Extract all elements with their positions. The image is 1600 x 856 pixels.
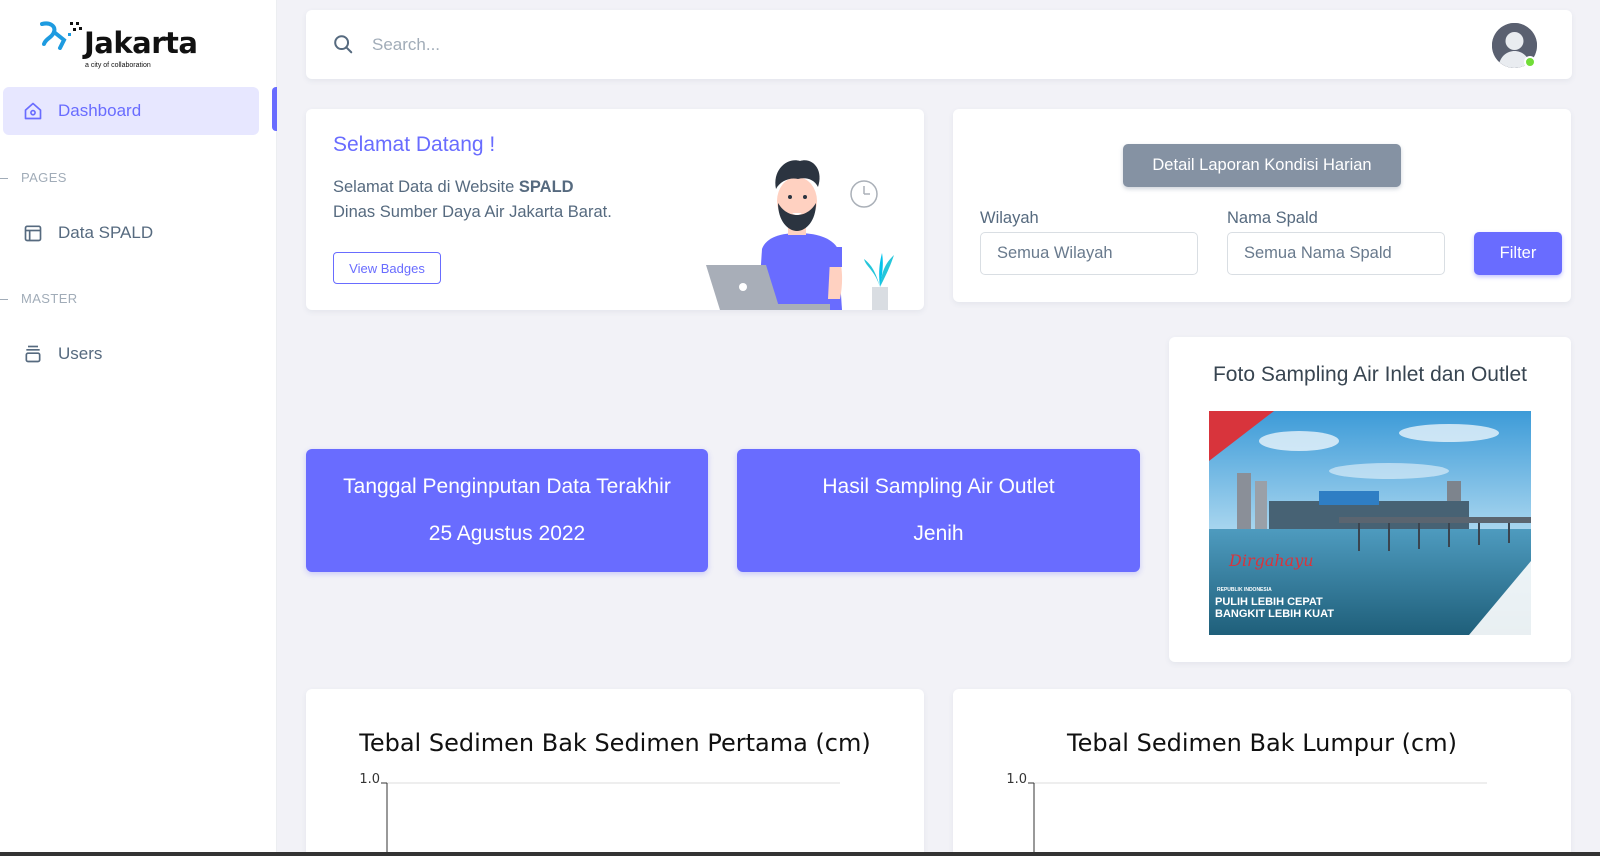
wilayah-label: Wilayah bbox=[980, 209, 1039, 227]
bottom-edge-bar bbox=[0, 852, 1600, 856]
nama-spald-select-value: Semua Nama Spald bbox=[1244, 244, 1392, 262]
y-tick-label: 1.0 bbox=[359, 772, 380, 787]
top-navbar bbox=[306, 10, 1572, 79]
active-indicator bbox=[272, 87, 277, 131]
sidebar: Jakarta a city of collaboration Dashboar… bbox=[0, 0, 277, 856]
sidebar-item-data-spald[interactable]: Data SPALD bbox=[3, 211, 259, 255]
chart-plot-area: 1.0 bbox=[359, 772, 840, 856]
logo-tagline: a city of collaboration bbox=[85, 62, 151, 69]
search-input[interactable] bbox=[372, 32, 1072, 58]
stat-value: Jenih bbox=[913, 522, 964, 545]
stack-icon bbox=[25, 345, 41, 363]
man-with-laptop-illustration bbox=[706, 160, 894, 310]
welcome-title: Selamat Datang ! bbox=[333, 133, 496, 156]
search-icon[interactable] bbox=[332, 33, 354, 55]
detail-laporan-button[interactable]: Detail Laporan Kondisi Harian bbox=[1123, 144, 1401, 187]
online-status-dot bbox=[1524, 56, 1536, 68]
welcome-line1-bold: SPALD bbox=[518, 178, 574, 196]
photo-card: Foto Sampling Air Inlet dan Outlet Dirga… bbox=[1169, 337, 1571, 662]
menu-header-pages: PAGES bbox=[0, 170, 67, 185]
wilayah-select-value: Semua Wilayah bbox=[997, 244, 1113, 262]
outlet-sampling-result-card: Hasil Sampling Air Outlet Jenih bbox=[737, 449, 1140, 572]
chart-plot-area: 1.0 bbox=[1006, 772, 1487, 856]
photo-overlay-line2: BANGKIT LEBIH KUAT bbox=[1215, 608, 1334, 620]
water-sampling-photo[interactable]: Dirgahayu REPUBLIK INDONESIA PULIH LEBIH… bbox=[1209, 411, 1531, 635]
view-badges-button[interactable]: View Badges bbox=[333, 252, 441, 284]
nama-spald-label: Nama Spald bbox=[1227, 209, 1318, 227]
chart-card-sedimen-pertama: Tebal Sedimen Bak Sedimen Pertama (cm) 1… bbox=[306, 689, 924, 856]
photo-script-text: Dirgahayu bbox=[1228, 551, 1314, 570]
stat-value: 25 Agustus 2022 bbox=[428, 522, 586, 545]
filter-button[interactable]: Filter bbox=[1474, 232, 1562, 275]
stat-title: Hasil Sampling Air Outlet bbox=[822, 475, 1055, 498]
sidebar-item-label: Dashboard bbox=[58, 101, 142, 120]
sidebar-item-dashboard[interactable]: Dashboard bbox=[3, 87, 259, 135]
photo-overlay-line1: PULIH LEBIH CEPAT bbox=[1215, 596, 1323, 608]
menu-header-master: MASTER bbox=[0, 291, 78, 306]
sidebar-item-label: Data SPALD bbox=[58, 223, 154, 242]
filter-card: Detail Laporan Kondisi Harian Wilayah Se… bbox=[953, 109, 1571, 302]
nama-spald-select[interactable]: Semua Nama Spald bbox=[1227, 232, 1445, 275]
stat-title: Tanggal Penginputan Data Terakhir bbox=[343, 475, 671, 498]
welcome-card: Selamat Datang ! Selamat Data di Website… bbox=[306, 109, 924, 310]
jakarta-logo-mark-icon bbox=[40, 21, 82, 50]
home-icon bbox=[24, 102, 42, 120]
welcome-line2: Dinas Sumber Daya Air Jakarta Barat. bbox=[333, 203, 612, 221]
calendar-icon bbox=[24, 225, 42, 242]
welcome-text: Selamat Data di Website SPALD Dinas Sumb… bbox=[333, 175, 612, 225]
sidebar-item-users[interactable]: Users bbox=[3, 332, 259, 376]
chart-card-bak-lumpur: Tebal Sedimen Bak Lumpur (cm) 1.0 bbox=[953, 689, 1571, 856]
wilayah-select[interactable]: Semua Wilayah bbox=[980, 232, 1198, 275]
welcome-line1: Selamat Data di Website bbox=[333, 178, 519, 196]
last-input-date-card: Tanggal Penginputan Data Terakhir 25 Agu… bbox=[306, 449, 708, 572]
sidebar-item-label: Users bbox=[58, 344, 103, 363]
photo-small-text: REPUBLIK INDONESIA bbox=[1217, 587, 1272, 593]
y-tick-label: 1.0 bbox=[1006, 772, 1027, 787]
photo-title: Foto Sampling Air Inlet dan Outlet bbox=[1212, 363, 1527, 386]
logo-text: Jakarta bbox=[84, 26, 198, 60]
jakarta-logo[interactable]: Jakarta a city of collaboration bbox=[40, 18, 200, 74]
